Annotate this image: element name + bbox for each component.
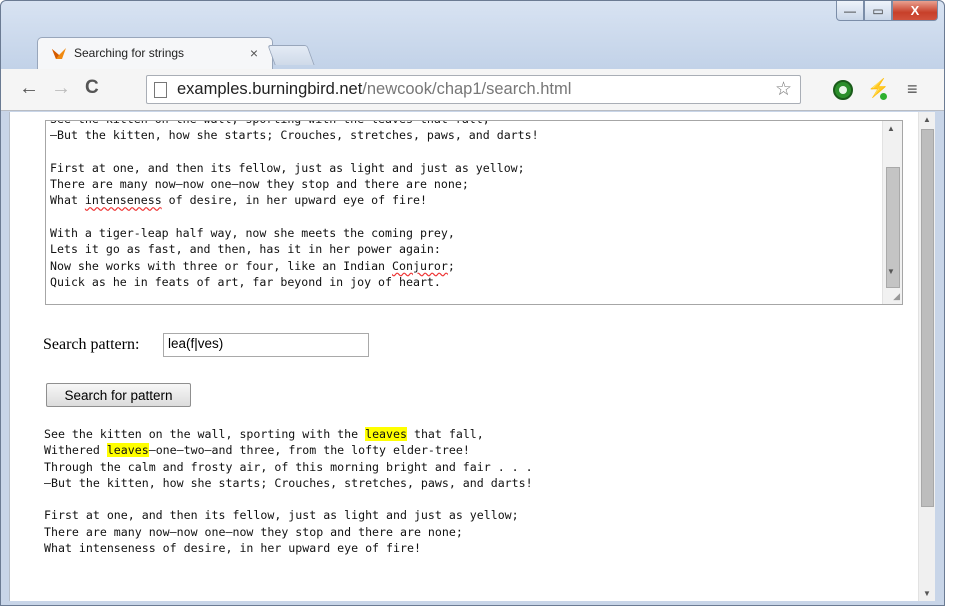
browser-toolbar: ← → C examples.burningbird.net/newcook/c… xyxy=(1,69,944,111)
match-highlight: leaves xyxy=(106,443,149,458)
ta-line: With a tiger-leap half way, now she meet… xyxy=(50,226,455,241)
page-viewport: See the kitten on the wall, sporting wit… xyxy=(9,112,935,601)
url-path: /newcook/chap1/search.html xyxy=(362,80,572,98)
scroll-up-icon[interactable]: ▲ xyxy=(887,124,895,133)
tab-active[interactable]: Searching for strings × xyxy=(37,37,273,69)
ta-line: Quick as he in feats of art, far beyond … xyxy=(50,274,441,289)
reload-button[interactable]: C xyxy=(85,77,99,99)
url-host: examples.burningbird.net xyxy=(177,80,363,98)
result-line: What intenseness of desire, in her upwar… xyxy=(44,541,421,556)
result-line: —But the kitten, how she starts; Crouche… xyxy=(44,475,533,490)
tab-close-icon[interactable]: × xyxy=(250,45,258,61)
back-button[interactable]: ← xyxy=(19,77,39,100)
result-line: First at one, and then its fellow, just … xyxy=(44,508,519,523)
ta-line: —But the kitten, how she starts; Crouche… xyxy=(50,128,539,143)
result-line: See the kitten on the wall, sporting wit… xyxy=(44,427,484,441)
scroll-down-icon[interactable]: ▼ xyxy=(887,267,895,276)
close-window-button[interactable]: X xyxy=(892,1,938,21)
maximize-button[interactable]: ▭ xyxy=(864,1,892,21)
forward-button[interactable]: → xyxy=(51,77,71,100)
extension-status-dot xyxy=(880,93,887,100)
page-scroll-thumb[interactable] xyxy=(921,129,934,507)
ta-line: See the kitten on the wall, sporting wit… xyxy=(50,121,490,126)
search-pattern-input[interactable]: lea(f|ves) xyxy=(163,333,369,357)
result-line: Through the calm and frosty air, of this… xyxy=(44,459,533,474)
result-line: Withered leaves—one—two—and three, from … xyxy=(44,443,470,458)
ta-line-spellcheck: Now she works with three or four, like a… xyxy=(50,258,455,273)
minimize-button[interactable]: — xyxy=(836,1,864,21)
ta-line: First at one, and then its fellow, just … xyxy=(50,160,525,175)
poem-textarea[interactable]: See the kitten on the wall, sporting wit… xyxy=(45,120,903,305)
ta-line: There are many now—now one—now they stop… xyxy=(50,177,469,192)
textarea-scrollbar[interactable]: ▲ ▼ xyxy=(882,121,902,304)
search-pattern-label: Search pattern: xyxy=(43,336,140,353)
url-text[interactable]: examples.burningbird.net/newcook/chap1/s… xyxy=(177,80,571,99)
title-bar: — ▭ X Searching for strings × xyxy=(1,1,944,69)
ta-line: Lets it go as fast, and then, has it in … xyxy=(50,242,441,257)
tab-title: Searching for strings xyxy=(74,46,185,60)
browser-window: — ▭ X Searching for strings × ← → C exam… xyxy=(0,0,945,606)
bird-favicon-icon xyxy=(52,48,66,59)
page-scroll-down-icon[interactable]: ▼ xyxy=(923,589,931,598)
search-button[interactable]: Search for pattern xyxy=(46,383,191,407)
menu-icon[interactable]: ≡ xyxy=(907,79,918,100)
result-line: There are many now—now one—now they stop… xyxy=(44,524,463,539)
page-scroll-up-icon[interactable]: ▲ xyxy=(923,115,931,124)
search-results: See the kitten on the wall, sporting wit… xyxy=(44,426,533,556)
address-bar[interactable]: examples.burningbird.net/newcook/chap1/s… xyxy=(146,75,801,104)
match-highlight: leaves xyxy=(365,427,407,441)
textarea-content: See the kitten on the wall, sporting wit… xyxy=(50,121,878,290)
ta-line-spellcheck: What intenseness of desire, in her upwar… xyxy=(50,193,427,208)
window-controls: — ▭ X xyxy=(836,1,938,23)
bookmark-star-icon[interactable]: ☆ xyxy=(775,78,792,101)
page-scrollbar[interactable]: ▲ ▼ xyxy=(918,112,935,601)
extension-green-icon[interactable] xyxy=(833,80,853,100)
page-icon xyxy=(154,82,167,98)
new-tab-button[interactable] xyxy=(267,45,315,65)
resize-grip-icon[interactable]: ◢ xyxy=(893,291,900,302)
